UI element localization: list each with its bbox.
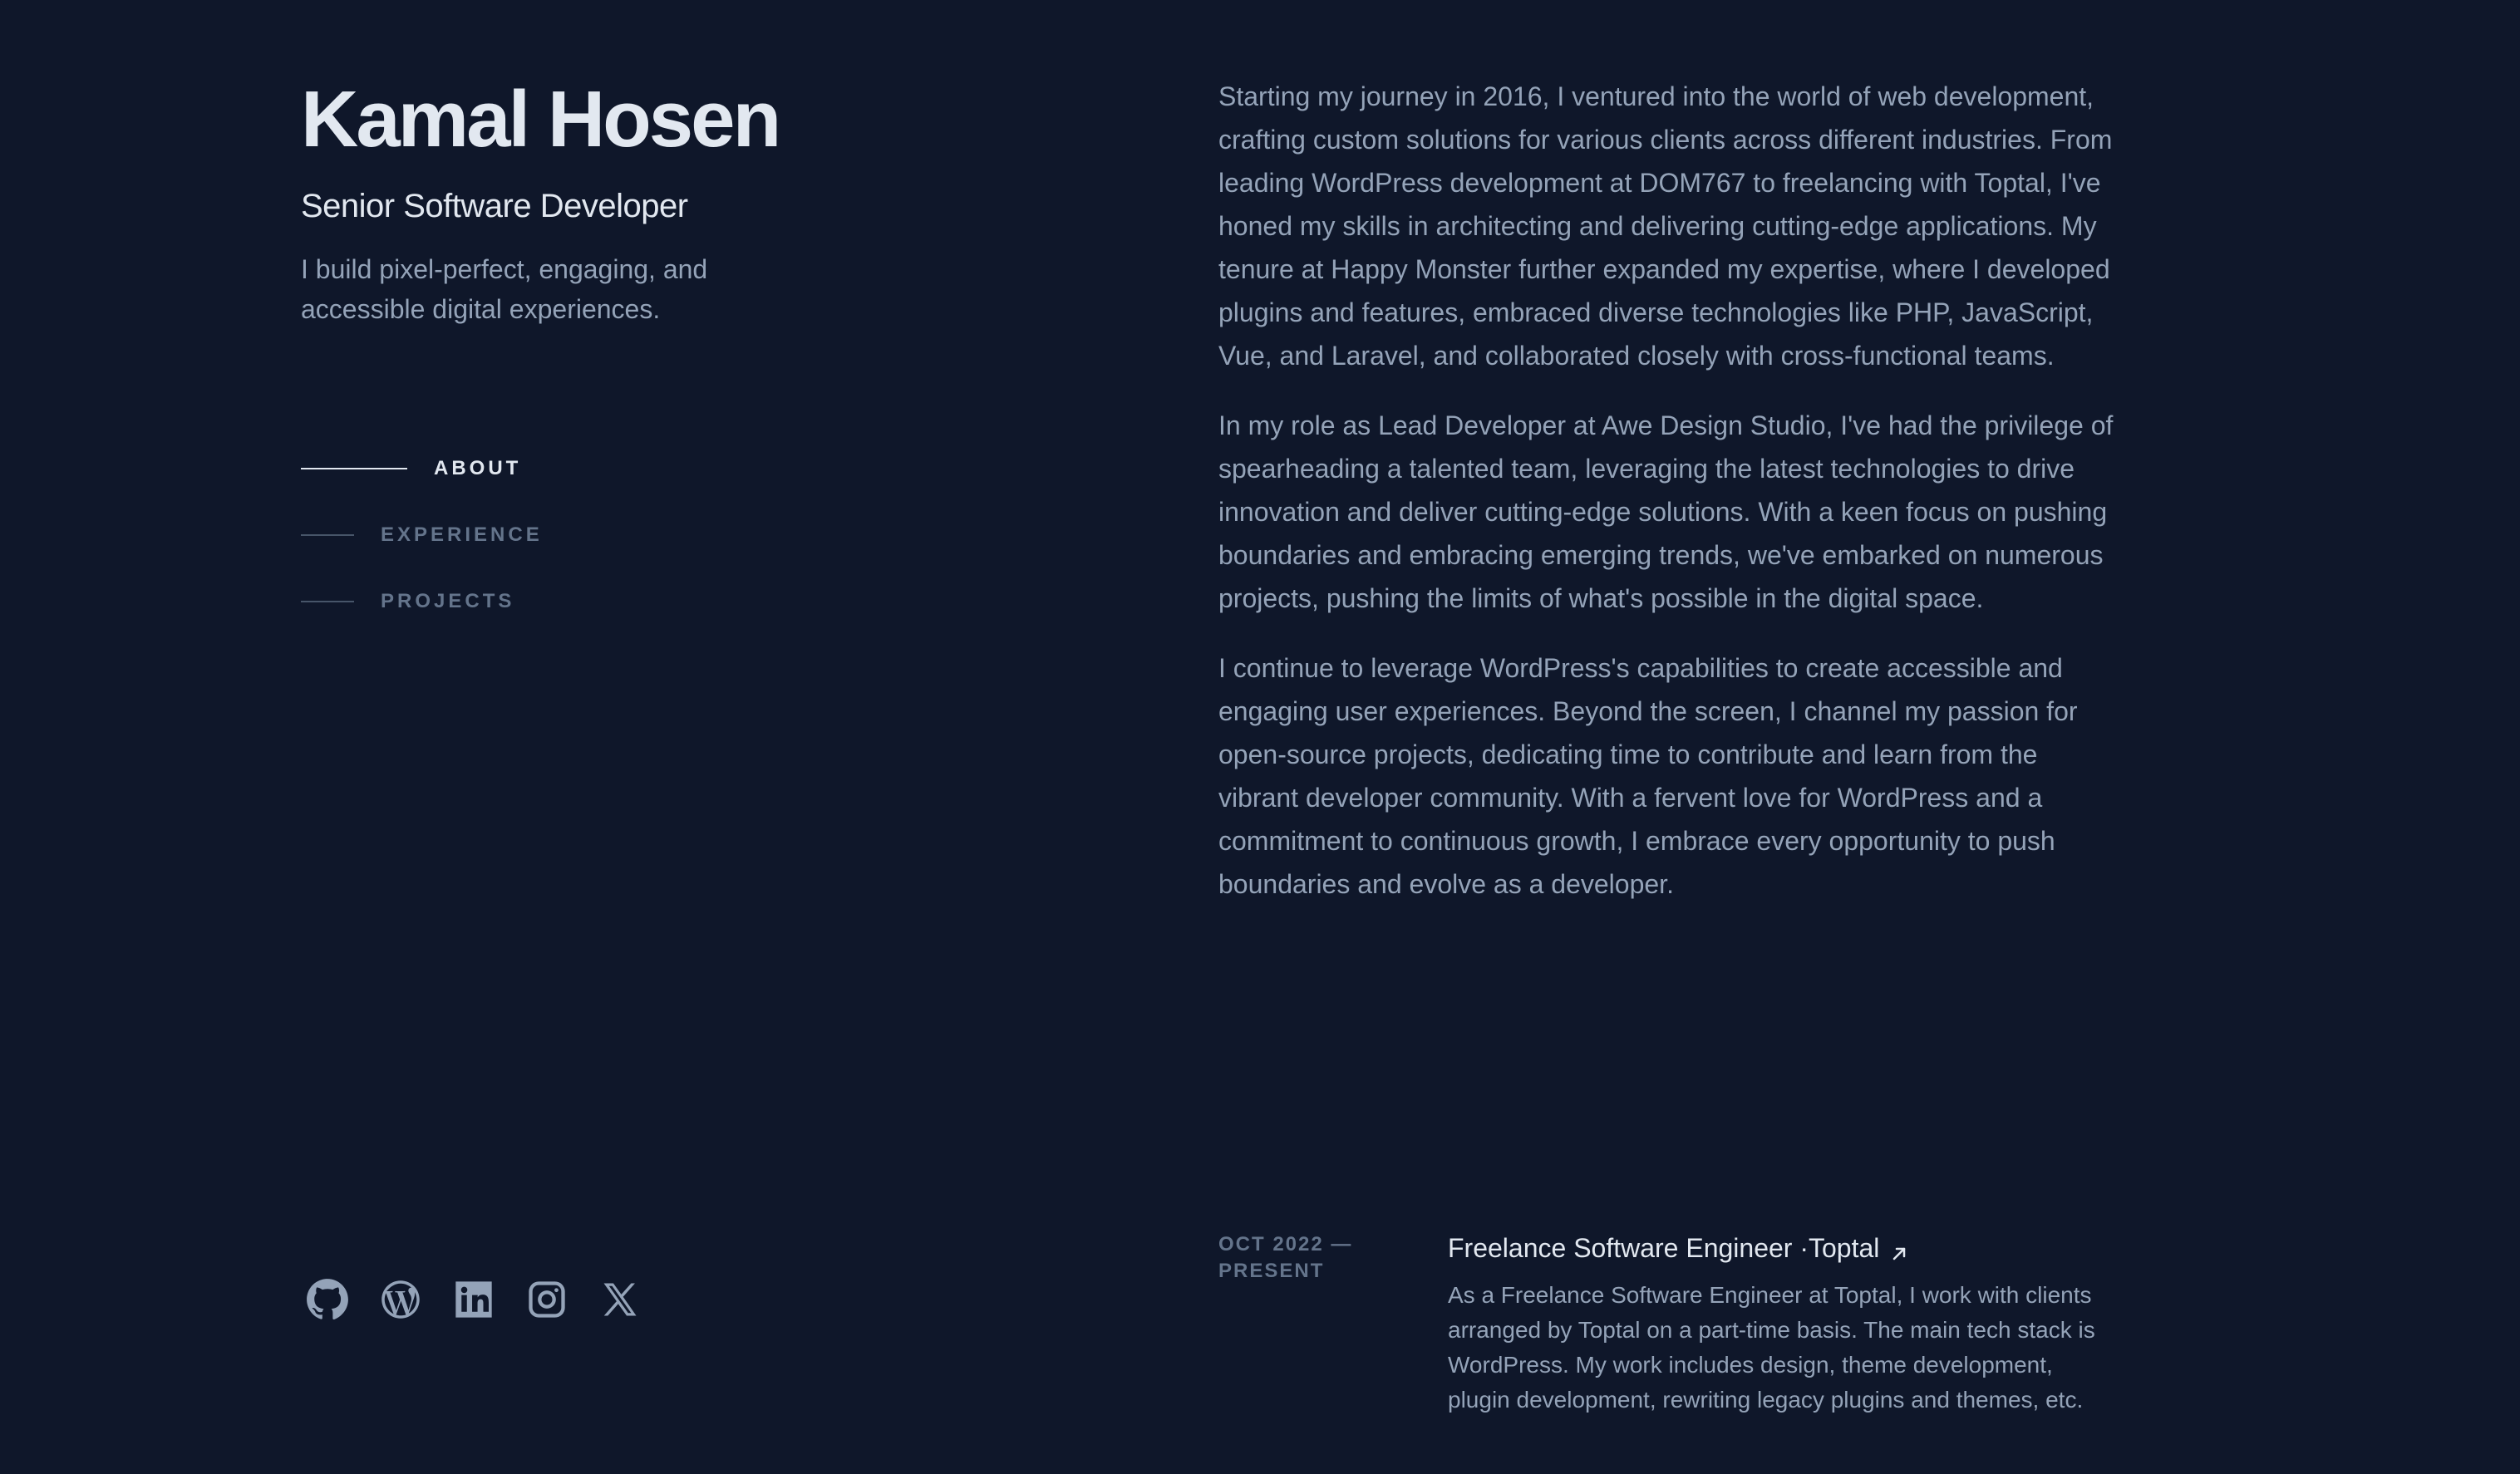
nav-item-label: PROJECTS (381, 590, 515, 612)
nav-item-label: ABOUT (434, 457, 522, 479)
page-title[interactable]: Kamal Hosen (301, 66, 1049, 173)
about-paragraph: I continue to leverage WordPress's capab… (1218, 653, 2078, 899)
experience-body: Freelance Software Engineer ·Toptal As a… (1448, 1231, 2113, 1417)
experience-title: Freelance Software Engineer ·Toptal (1448, 1233, 1880, 1263)
nav-indicator-line (301, 534, 354, 536)
arrow-up-right-icon (1889, 1238, 1909, 1260)
nav-item-about[interactable]: ABOUT (301, 445, 543, 492)
job-title: Senior Software Developer (301, 188, 688, 224)
experience-title-link[interactable]: Freelance Software Engineer ·Toptal (1448, 1231, 1909, 1265)
about-section: Starting my journey in 2016, I ventured … (1218, 75, 2116, 932)
tagline: I build pixel-perfect, engaging, and acc… (301, 254, 708, 324)
nav-item-projects[interactable]: PROJECTS (301, 578, 543, 625)
social-links (304, 1276, 670, 1323)
linkedin-icon[interactable] (450, 1276, 497, 1323)
experience-date: OCT 2022 — PRESENT (1218, 1233, 1353, 1282)
nav-item-experience[interactable]: EXPERIENCE (301, 512, 543, 558)
experience-description: As a Freelance Software Engineer at Topt… (1448, 1282, 2095, 1413)
nav-item-label: EXPERIENCE (381, 523, 543, 546)
about-paragraph: In my role as Lead Developer at Awe Desi… (1218, 410, 2114, 613)
x-twitter-icon[interactable] (597, 1276, 643, 1323)
nav-indicator-line (301, 601, 354, 602)
experience-card[interactable]: OCT 2022 — PRESENT Freelance Software En… (1218, 1231, 2133, 1417)
section-nav: ABOUT EXPERIENCE PROJECTS (301, 445, 543, 645)
github-icon[interactable] (304, 1276, 351, 1323)
nav-indicator-line (301, 468, 407, 469)
wordpress-icon[interactable] (377, 1276, 424, 1323)
instagram-icon[interactable] (524, 1276, 570, 1323)
profile-header: Kamal Hosen Senior Software Developer I … (301, 66, 1049, 329)
about-paragraph: Starting my journey in 2016, I ventured … (1218, 81, 2113, 371)
